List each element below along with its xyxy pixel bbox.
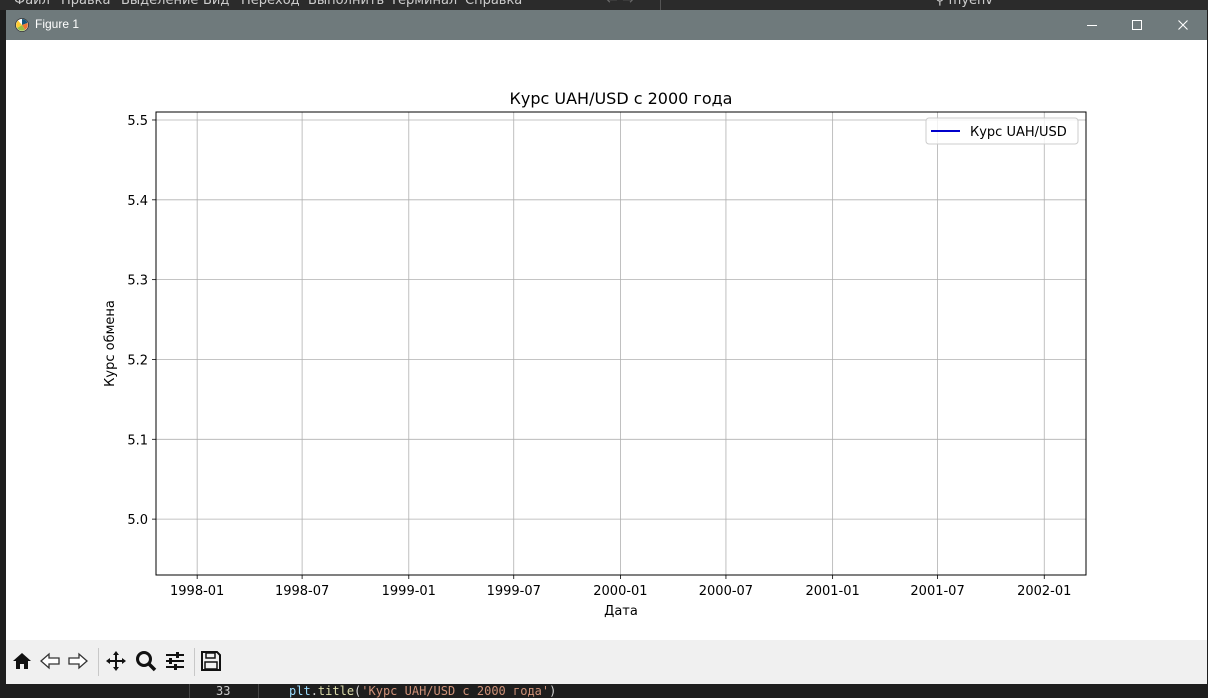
maximize-button[interactable] bbox=[1114, 10, 1160, 40]
code-token-string: 'Курс UAH/USD с 2000 года' bbox=[361, 684, 550, 698]
code-token-obj: plt bbox=[289, 684, 311, 698]
toolbar-separator bbox=[98, 648, 99, 676]
background-menubar: Файл Правка Выделение Вид Переход Выполн… bbox=[0, 0, 1208, 10]
x-tick-label: 2002-01 bbox=[1017, 584, 1071, 599]
window-title: Figure 1 bbox=[35, 17, 80, 31]
close-button[interactable] bbox=[1160, 10, 1206, 40]
code-token-dot: . bbox=[310, 684, 318, 698]
nav-arrows-icon[interactable]: ← → bbox=[606, 0, 634, 8]
x-tick-label: 2001-01 bbox=[805, 584, 859, 599]
menu-go[interactable]: Переход bbox=[241, 0, 300, 8]
x-tick-label: 2000-01 bbox=[593, 584, 647, 599]
minimize-icon bbox=[1086, 16, 1098, 35]
menu-help[interactable]: Справка bbox=[465, 0, 522, 8]
minimize-button[interactable] bbox=[1069, 10, 1115, 40]
back-button[interactable] bbox=[38, 651, 62, 675]
command-center-search[interactable] bbox=[660, 0, 1208, 10]
y-tick-label: 5.2 bbox=[127, 353, 148, 368]
zoom-icon bbox=[135, 650, 157, 676]
x-tick-label: 2000-07 bbox=[699, 584, 753, 599]
close-icon bbox=[1177, 16, 1189, 35]
menu-run[interactable]: Выполнить bbox=[308, 0, 384, 8]
configure-subplots-button[interactable] bbox=[163, 651, 187, 675]
home-icon bbox=[11, 650, 33, 676]
forward-icon bbox=[67, 650, 89, 676]
editor-line-number: 33 bbox=[216, 684, 231, 698]
legend-label: Курс UAH/USD bbox=[970, 125, 1067, 140]
menu-file[interactable]: Файл bbox=[14, 0, 50, 8]
menu-edit[interactable]: Правка bbox=[61, 0, 110, 8]
pan-icon bbox=[105, 650, 127, 676]
y-tick-label: 5.4 bbox=[127, 194, 148, 209]
background-editor: 33 plt.title('Курс UAH/USD с 2000 года') bbox=[0, 684, 1208, 698]
x-tick-label: 1999-01 bbox=[382, 584, 436, 599]
navigation-toolbar bbox=[6, 640, 1207, 684]
y-tick-label: 5.0 bbox=[127, 513, 148, 528]
menu-selection[interactable]: Выделение bbox=[121, 0, 198, 8]
save-icon bbox=[200, 650, 222, 676]
code-token-close: ) bbox=[549, 684, 557, 698]
y-tick-label: 5.3 bbox=[127, 274, 148, 289]
figure-window: Figure 1 1998-01 1998-07 1999-01 1999-07 200… bbox=[6, 10, 1207, 684]
menu-view[interactable]: Вид bbox=[203, 0, 229, 8]
editor-gutter-divider bbox=[189, 684, 190, 698]
x-tick-label: 1998-01 bbox=[170, 584, 224, 599]
configure-subplots-icon bbox=[164, 650, 186, 676]
pan-button[interactable] bbox=[104, 651, 128, 675]
x-tick-label: 1999-07 bbox=[487, 584, 541, 599]
x-tick-label: 1998-07 bbox=[275, 584, 329, 599]
x-tick-label: 2001-07 bbox=[910, 584, 964, 599]
editor-code-line[interactable]: plt.title('Курс UAH/USD с 2000 года') bbox=[289, 684, 556, 698]
x-axis-label: Дата bbox=[604, 604, 638, 619]
legend: Курс UAH/USD bbox=[925, 117, 1079, 145]
matplotlib-logo-icon bbox=[15, 17, 29, 32]
window-titlebar[interactable]: Figure 1 bbox=[6, 10, 1207, 40]
grid-lines bbox=[156, 112, 1086, 575]
menu-terminal[interactable]: Терминал bbox=[390, 0, 457, 8]
home-button[interactable] bbox=[10, 651, 34, 675]
y-tick-label: 5.1 bbox=[127, 433, 148, 448]
chart-title: Курс UAH/USD с 2000 года bbox=[510, 89, 733, 108]
save-button[interactable] bbox=[199, 651, 223, 675]
axis-ticks: 1998-01 1998-07 1999-01 1999-07 2000-01 2000-… bbox=[127, 114, 1071, 599]
chart-svg: 1998-01 1998-07 1999-01 1999-07 2000-01 2000-… bbox=[103, 89, 1087, 619]
figure-canvas[interactable]: 1998-01 1998-07 1999-01 1999-07 2000-01 2000-… bbox=[6, 40, 1207, 640]
axes-frame bbox=[155, 111, 1087, 576]
forward-button[interactable] bbox=[66, 651, 90, 675]
back-icon bbox=[39, 650, 61, 676]
code-token-fn: title bbox=[317, 684, 355, 698]
maximize-icon bbox=[1131, 16, 1143, 35]
editor-indent-guide bbox=[258, 684, 259, 698]
zoom-button[interactable] bbox=[134, 651, 158, 675]
y-axis-label: Курс обмена bbox=[103, 300, 118, 387]
toolbar-separator bbox=[194, 648, 195, 676]
y-tick-label: 5.5 bbox=[127, 114, 148, 129]
command-center-text: ⚲ myenv bbox=[935, 0, 993, 8]
